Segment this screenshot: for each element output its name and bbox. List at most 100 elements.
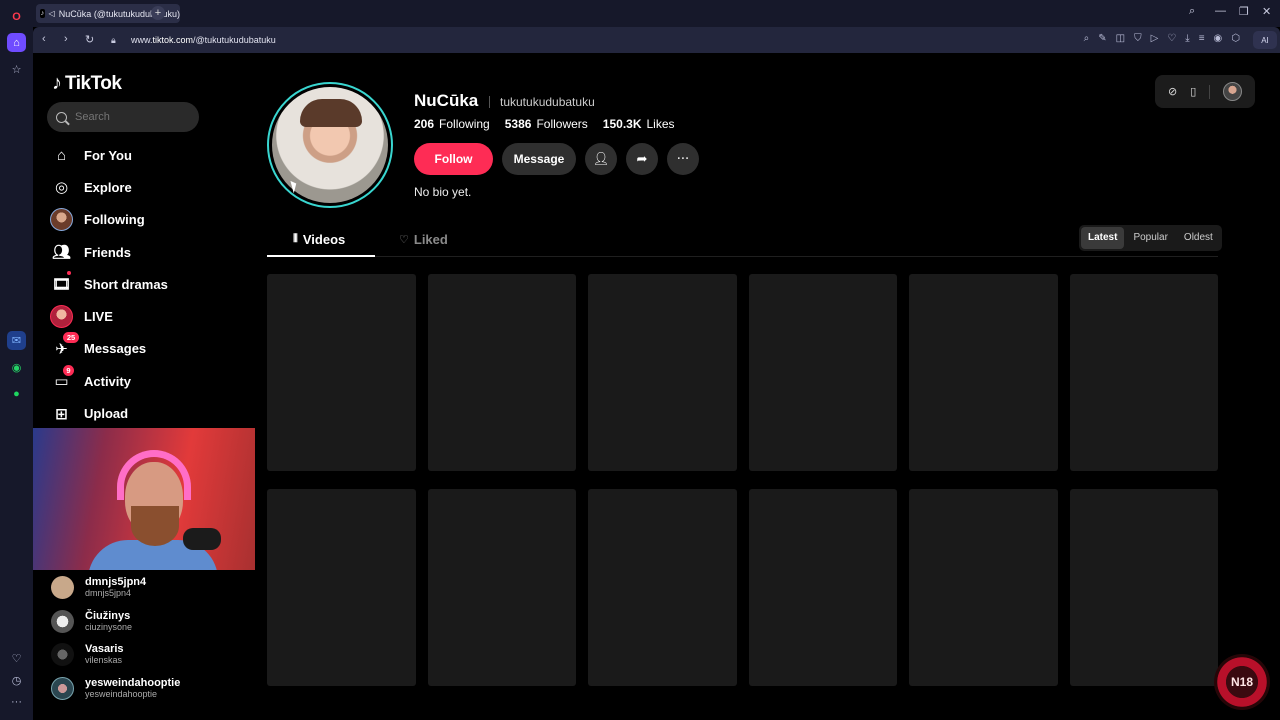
- sort-popular[interactable]: Popular: [1126, 227, 1174, 249]
- profile-stats: 206 Following 5386 Followers 150.3K Likes: [414, 117, 675, 131]
- add-friend-icon[interactable]: 👤︎: [585, 143, 617, 175]
- likes-count: 150.3K: [602, 117, 642, 131]
- search-box[interactable]: [47, 102, 199, 132]
- plus-square-icon: ⊞: [55, 405, 68, 423]
- video-tile[interactable]: [267, 274, 416, 471]
- whatsapp-icon[interactable]: ◉: [7, 358, 26, 377]
- back-icon[interactable]: ‹: [42, 33, 46, 45]
- message-button[interactable]: Message: [502, 143, 576, 175]
- heart-icon[interactable]: ♡: [7, 649, 26, 668]
- sidebar-item-live[interactable]: LIVE: [50, 300, 250, 332]
- tiktok-note-icon: ♪: [52, 72, 62, 94]
- likes-stat: 150.3K Likes: [603, 117, 675, 131]
- profile-icon[interactable]: ◉: [1214, 33, 1223, 44]
- address-bar: ‹ › ↻ 🔒︎ www.tiktok.com/@tukutukudubatuk…: [33, 27, 1280, 53]
- friends-icon: 👥︎: [51, 244, 72, 262]
- new-tab-button[interactable]: +: [151, 6, 165, 20]
- restore-icon[interactable]: ❐: [1239, 5, 1249, 18]
- video-tile[interactable]: [1069, 489, 1218, 686]
- inbox-icon: ▭ 9: [50, 364, 74, 393]
- top-right-toolbar: ⊘ ▯: [1155, 75, 1255, 108]
- video-tile[interactable]: [427, 274, 576, 471]
- sidebar-item-for-you[interactable]: ⌂ For You: [50, 139, 250, 171]
- sidebar-item-activity[interactable]: ▭ 9 Activity: [50, 364, 250, 397]
- sidebar-item-following[interactable]: Following: [50, 204, 250, 236]
- account-name: Čiužinys: [85, 609, 131, 622]
- profile-tabs: ⦀ Videos ♡ Liked: [267, 223, 1218, 257]
- url-field[interactable]: www.tiktok.com/@tukutukudubatuku: [131, 35, 276, 45]
- shield-icon[interactable]: ⛉: [1134, 33, 1142, 44]
- video-tile[interactable]: [427, 489, 576, 686]
- spotify-icon[interactable]: ●: [7, 384, 26, 403]
- list-item[interactable]: dmnjs5jpn4 dmnjs5jpn4: [51, 571, 251, 605]
- tab-liked[interactable]: ♡ Liked: [399, 223, 448, 256]
- list-item[interactable]: Vasaris vilenskas: [51, 638, 251, 672]
- list-item[interactable]: yesweindahooptie yesweindahooptie: [51, 672, 251, 706]
- menu-icon[interactable]: ≡: [1199, 33, 1205, 44]
- profile-photo: [272, 87, 388, 203]
- sort-latest[interactable]: Latest: [1081, 227, 1125, 249]
- video-tile[interactable]: [909, 489, 1058, 686]
- following-stat[interactable]: 206 Following: [414, 117, 490, 131]
- paper-plane-icon: ✈︎ 25: [50, 332, 79, 360]
- list-item[interactable]: Čiužinys ciuzinysone: [51, 605, 251, 639]
- home-icon[interactable]: ⌂: [7, 33, 26, 52]
- zoom-icon[interactable]: ⌕: [1084, 33, 1090, 44]
- tiktok-logo[interactable]: ♪ TikTok: [52, 72, 122, 95]
- edit-icon[interactable]: ✎: [1098, 33, 1106, 44]
- nav-label: Following: [84, 212, 145, 228]
- nav-label: Upload: [84, 406, 129, 422]
- heart-outline-icon[interactable]: ♡: [1167, 33, 1176, 44]
- reload-icon[interactable]: ↻: [85, 33, 94, 46]
- video-tile[interactable]: [588, 274, 737, 471]
- camera-icon[interactable]: ◫: [1116, 33, 1125, 44]
- sidebar-item-short-dramas[interactable]: 🎞︎ Short dramas: [50, 268, 250, 300]
- tiktok-favicon-icon: ♪: [40, 9, 45, 18]
- minimize-icon[interactable]: —: [1215, 5, 1226, 17]
- follow-button[interactable]: Follow: [414, 143, 493, 175]
- ai-label: AI: [1261, 35, 1269, 45]
- followers-stat[interactable]: 5386 Followers: [505, 117, 588, 131]
- sort-oldest[interactable]: Oldest: [1177, 227, 1220, 249]
- share-icon[interactable]: ➦: [626, 143, 658, 175]
- profile-avatar[interactable]: [267, 82, 393, 208]
- nav-label: Activity: [84, 373, 131, 389]
- forward-icon[interactable]: ›: [64, 33, 68, 45]
- search-tabs-icon[interactable]: ⌕: [1189, 5, 1195, 18]
- messenger-icon[interactable]: ✉: [7, 331, 26, 350]
- more-options-icon[interactable]: ···: [667, 143, 699, 175]
- video-tile[interactable]: [1069, 274, 1218, 471]
- video-grid: [267, 274, 1218, 686]
- account-name: Vasaris: [85, 643, 124, 656]
- tab-videos[interactable]: ⦀ Videos: [293, 223, 345, 256]
- video-tile[interactable]: [748, 489, 897, 686]
- url-prefix: www.: [131, 35, 153, 45]
- close-icon[interactable]: ✕: [1262, 5, 1271, 18]
- video-tile[interactable]: [588, 489, 737, 686]
- search-input[interactable]: [75, 111, 185, 123]
- profile-bio: No bio yet.: [414, 185, 472, 199]
- ai-button[interactable]: AI: [1253, 31, 1277, 49]
- sidebar-item-friends[interactable]: 👥︎ Friends: [50, 236, 250, 268]
- history-icon[interactable]: ◷: [7, 671, 26, 690]
- messages-badge: 25: [63, 332, 79, 344]
- video-tile[interactable]: [267, 489, 416, 686]
- video-tile[interactable]: [909, 274, 1058, 471]
- sidebar-nav: ⌂ For You ◎ Explore Following 👥︎ Friends…: [50, 139, 250, 430]
- account-handle: dmnjs5jpn4: [85, 588, 132, 599]
- video-tile[interactable]: [748, 274, 897, 471]
- opera-logo-icon[interactable]: O: [7, 7, 26, 26]
- account-handle: vilenskas: [85, 655, 123, 666]
- cube-icon[interactable]: ⬡: [1231, 33, 1240, 44]
- sidebar-item-upload[interactable]: ⊞ Upload: [50, 397, 250, 429]
- sidebar-item-explore[interactable]: ◎ Explore: [50, 171, 250, 203]
- following-avatar-icon: [50, 208, 73, 232]
- play-icon[interactable]: ▷: [1151, 33, 1159, 44]
- more-icon[interactable]: ···: [7, 692, 26, 711]
- compass-tool-icon[interactable]: ⊘: [1168, 85, 1177, 98]
- star-icon[interactable]: ☆: [7, 60, 26, 79]
- sidebar-item-messages[interactable]: ✈︎ 25 Messages: [50, 332, 250, 365]
- download-icon[interactable]: ⤓: [1185, 33, 1189, 44]
- user-avatar[interactable]: [1223, 82, 1243, 101]
- phone-icon[interactable]: ▯: [1190, 85, 1196, 98]
